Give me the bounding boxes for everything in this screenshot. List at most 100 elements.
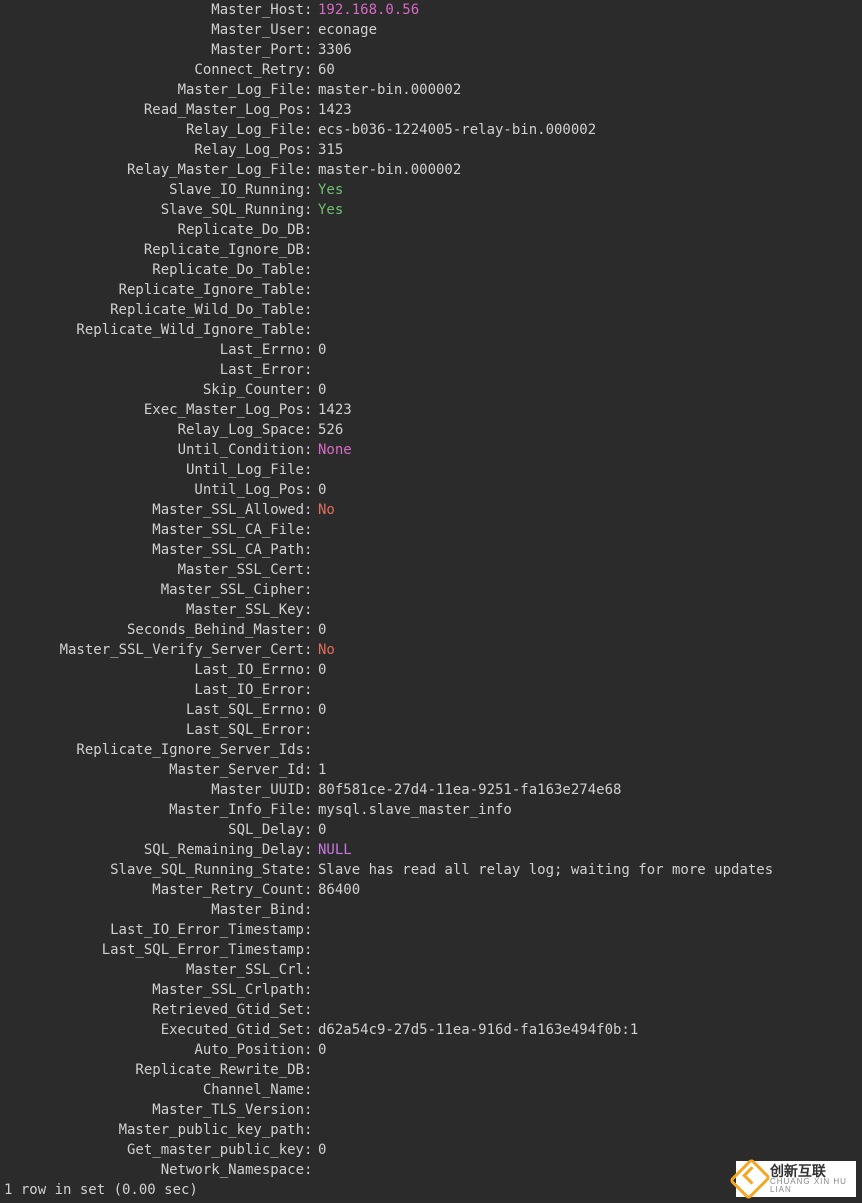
status-value: 80f581ce-27d4-11ea-9251-fa163e274e68 [314, 780, 858, 800]
status-label: Master_SSL_Cipher [4, 580, 304, 600]
status-label: Replicate_Do_Table [4, 260, 304, 280]
status-row: Master_SSL_CA_File: [4, 520, 858, 540]
label-separator: : [304, 920, 314, 940]
label-separator: : [304, 1000, 314, 1020]
status-row: SQL_Remaining_Delay:NULL [4, 840, 858, 860]
status-row: Master_SSL_Verify_Server_Cert:No [4, 640, 858, 660]
status-label: Last_Error [4, 360, 304, 380]
label-separator: : [304, 180, 314, 200]
label-separator: : [304, 460, 314, 480]
label-separator: : [304, 440, 314, 460]
label-separator: : [304, 140, 314, 160]
status-value: master-bin.000002 [314, 80, 858, 100]
status-value: 0 [314, 1040, 858, 1060]
status-row: Relay_Log_Pos:315 [4, 140, 858, 160]
status-row: Connect_Retry:60 [4, 60, 858, 80]
label-separator: : [304, 20, 314, 40]
status-value [314, 540, 858, 560]
status-row: Relay_Log_Space:526 [4, 420, 858, 440]
status-value: NULL [314, 840, 858, 860]
label-separator: : [304, 1060, 314, 1080]
status-row: Slave_SQL_Running:Yes [4, 200, 858, 220]
label-separator: : [304, 480, 314, 500]
status-row: Master_Host:192.168.0.56 [4, 0, 858, 20]
status-label: Last_SQL_Error [4, 720, 304, 740]
status-row: Master_SSL_Crlpath: [4, 980, 858, 1000]
status-label: Last_Errno [4, 340, 304, 360]
status-label: Master_SSL_CA_File [4, 520, 304, 540]
label-separator: : [304, 80, 314, 100]
status-row: Exec_Master_Log_Pos:1423 [4, 400, 858, 420]
status-label: Slave_IO_Running [4, 180, 304, 200]
status-value: 0 [314, 660, 858, 680]
status-label: Channel_Name [4, 1080, 304, 1100]
status-value [314, 1100, 858, 1120]
status-row: Network_Namespace: [4, 1160, 858, 1180]
status-row: Master_Info_File:mysql.slave_master_info [4, 800, 858, 820]
status-row: SQL_Delay:0 [4, 820, 858, 840]
status-label: SQL_Delay [4, 820, 304, 840]
label-separator: : [304, 600, 314, 620]
status-value [314, 220, 858, 240]
status-row: Until_Log_Pos:0 [4, 480, 858, 500]
status-row: Master_Retry_Count:86400 [4, 880, 858, 900]
status-value [314, 520, 858, 540]
status-label: Last_IO_Error [4, 680, 304, 700]
status-value: 0 [314, 1140, 858, 1160]
status-label: Replicate_Wild_Ignore_Table [4, 320, 304, 340]
status-row: Replicate_Do_DB: [4, 220, 858, 240]
status-row: Master_TLS_Version: [4, 1100, 858, 1120]
status-value: 0 [314, 620, 858, 640]
status-value: d62a54c9-27d5-11ea-916d-fa163e494f0b:1 [314, 1020, 858, 1040]
status-row: Last_Error: [4, 360, 858, 380]
status-value [314, 260, 858, 280]
status-value: 1423 [314, 100, 858, 120]
status-label: SQL_Remaining_Delay [4, 840, 304, 860]
status-label: Executed_Gtid_Set [4, 1020, 304, 1040]
status-row: Relay_Log_File:ecs-b036-1224005-relay-bi… [4, 120, 858, 140]
status-row: Replicate_Ignore_Server_Ids: [4, 740, 858, 760]
status-label: Master_SSL_Key [4, 600, 304, 620]
status-label: Slave_SQL_Running_State [4, 860, 304, 880]
status-label: Replicate_Ignore_Server_Ids [4, 740, 304, 760]
status-label: Master_SSL_CA_Path [4, 540, 304, 560]
label-separator: : [304, 700, 314, 720]
status-label: Until_Log_Pos [4, 480, 304, 500]
label-separator: : [304, 1140, 314, 1160]
status-label: Auto_Position [4, 1040, 304, 1060]
label-separator: : [304, 940, 314, 960]
status-label: Connect_Retry [4, 60, 304, 80]
watermark-logo: 创新互联 CHUANG XIN HU LIAN [736, 1161, 856, 1197]
status-label: Replicate_Rewrite_DB [4, 1060, 304, 1080]
status-row: Until_Log_File: [4, 460, 858, 480]
label-separator: : [304, 1120, 314, 1140]
label-separator: : [304, 240, 314, 260]
label-separator: : [304, 980, 314, 1000]
status-label: Master_Bind [4, 900, 304, 920]
status-value: 0 [314, 380, 858, 400]
label-separator: : [304, 100, 314, 120]
status-label: Seconds_Behind_Master [4, 620, 304, 640]
status-row: Until_Condition:None [4, 440, 858, 460]
label-separator: : [304, 540, 314, 560]
status-value [314, 300, 858, 320]
label-separator: : [304, 40, 314, 60]
label-separator: : [304, 120, 314, 140]
status-value: 3306 [314, 40, 858, 60]
label-separator: : [304, 160, 314, 180]
status-value [314, 900, 858, 920]
label-separator: : [304, 960, 314, 980]
status-row: Last_SQL_Error: [4, 720, 858, 740]
status-value: 526 [314, 420, 858, 440]
status-label: Relay_Log_Space [4, 420, 304, 440]
status-label: Master_SSL_Allowed [4, 500, 304, 520]
label-separator: : [304, 1100, 314, 1120]
status-label: Replicate_Ignore_DB [4, 240, 304, 260]
status-label: Replicate_Do_DB [4, 220, 304, 240]
status-value: Slave has read all relay log; waiting fo… [314, 860, 858, 880]
status-row: Master_SSL_Cert: [4, 560, 858, 580]
status-value: econage [314, 20, 858, 40]
label-separator: : [304, 760, 314, 780]
label-separator: : [304, 420, 314, 440]
status-label: Exec_Master_Log_Pos [4, 400, 304, 420]
